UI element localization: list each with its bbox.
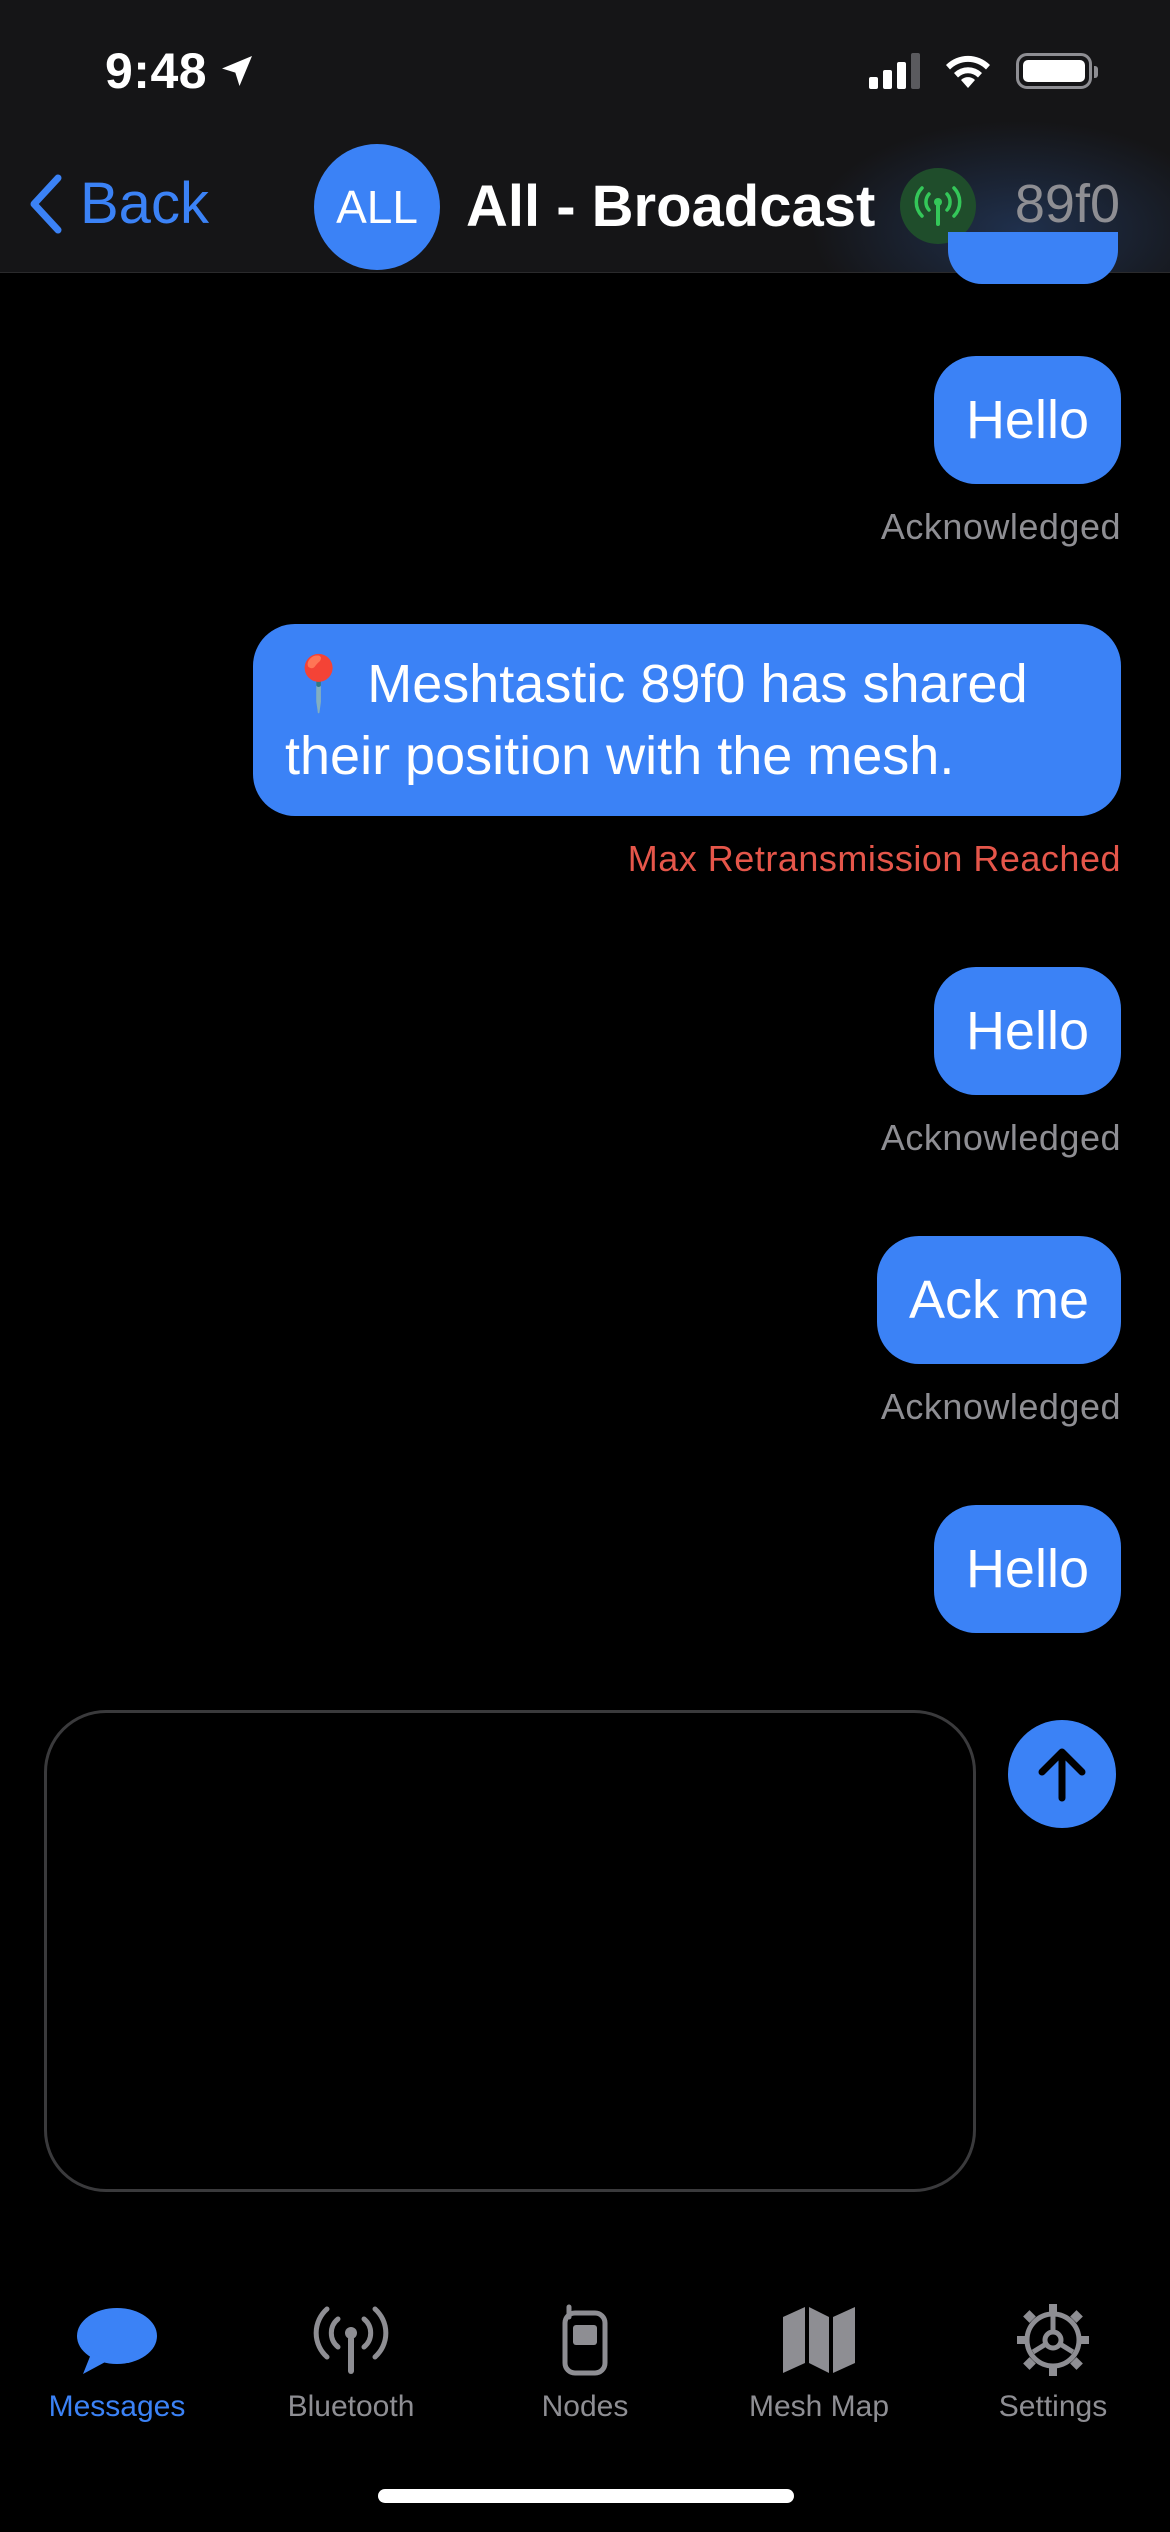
antenna-icon [914, 186, 962, 226]
message-input[interactable] [44, 1710, 976, 2192]
message-item[interactable]: Hello [933, 1505, 1121, 1633]
map-icon [783, 2307, 855, 2373]
home-indicator[interactable] [378, 2489, 794, 2503]
gear-icon [1017, 2304, 1089, 2376]
message-item[interactable]: Hello Acknowledged [881, 356, 1121, 548]
message-item[interactable]: 📍 Meshtastic 89f0 has shared their posit… [253, 624, 1121, 880]
message-item[interactable]: Hello Acknowledged [881, 967, 1121, 1159]
tab-label: Nodes [541, 2390, 629, 2423]
tab-bar: Messages Bluetooth Nodes Mesh Map Settin… [0, 2280, 1170, 2423]
arrow-up-icon [1038, 1748, 1086, 1802]
connected-node-name[interactable]: 89f0 [1015, 173, 1120, 235]
tab-mesh-map[interactable]: Mesh Map [702, 2300, 936, 2424]
wifi-icon [946, 55, 990, 88]
bluetooth-antenna-icon [313, 2306, 389, 2374]
tab-nodes[interactable]: Nodes [468, 2300, 702, 2424]
cellular-signal-icon [869, 53, 920, 89]
page-title: All - Broadcast [466, 174, 876, 239]
location-arrow-icon [222, 56, 253, 86]
message-status: Acknowledged [880, 1117, 1121, 1158]
status-time: 9:48 [105, 42, 257, 100]
send-button[interactable] [1008, 1720, 1116, 1828]
tab-label: Settings [998, 2390, 1108, 2423]
message-item[interactable]: Ack me Acknowledged [876, 1236, 1121, 1428]
battery-icon [1016, 53, 1098, 89]
status-indicators [869, 52, 1098, 90]
tab-label: Mesh Map [748, 2390, 890, 2423]
message-status: Acknowledged [880, 506, 1121, 547]
nodes-device-icon [562, 2304, 608, 2376]
partial-message-bubble [948, 232, 1118, 284]
message-bubble[interactable]: Ack me [876, 1236, 1121, 1364]
message-bubble[interactable]: Hello [933, 1505, 1121, 1633]
status-time-label: 9:48 [105, 43, 208, 99]
message-bubble[interactable]: Hello [933, 967, 1121, 1095]
message-list[interactable]: Hello Acknowledged 📍 Meshtastic 89f0 has… [0, 232, 1170, 1692]
tab-label: Messages [48, 2390, 186, 2423]
back-button[interactable]: Back [26, 170, 209, 237]
channel-avatar: ALL [314, 144, 440, 270]
tab-bluetooth[interactable]: Bluetooth [234, 2300, 468, 2424]
messages-icon [77, 2308, 157, 2374]
back-label: Back [80, 171, 209, 236]
message-status: Acknowledged [880, 1386, 1121, 1427]
chevron-left-icon [30, 174, 62, 233]
tab-settings[interactable]: Settings [936, 2300, 1170, 2424]
tab-label: Bluetooth [287, 2390, 415, 2423]
message-bubble[interactable]: Hello [933, 356, 1121, 484]
message-bubble[interactable]: 📍 Meshtastic 89f0 has shared their posit… [253, 624, 1121, 816]
message-status: Max Retransmission Reached [627, 838, 1121, 879]
tab-messages[interactable]: Messages [0, 2300, 234, 2424]
channel-avatar-label: ALL [336, 181, 418, 233]
